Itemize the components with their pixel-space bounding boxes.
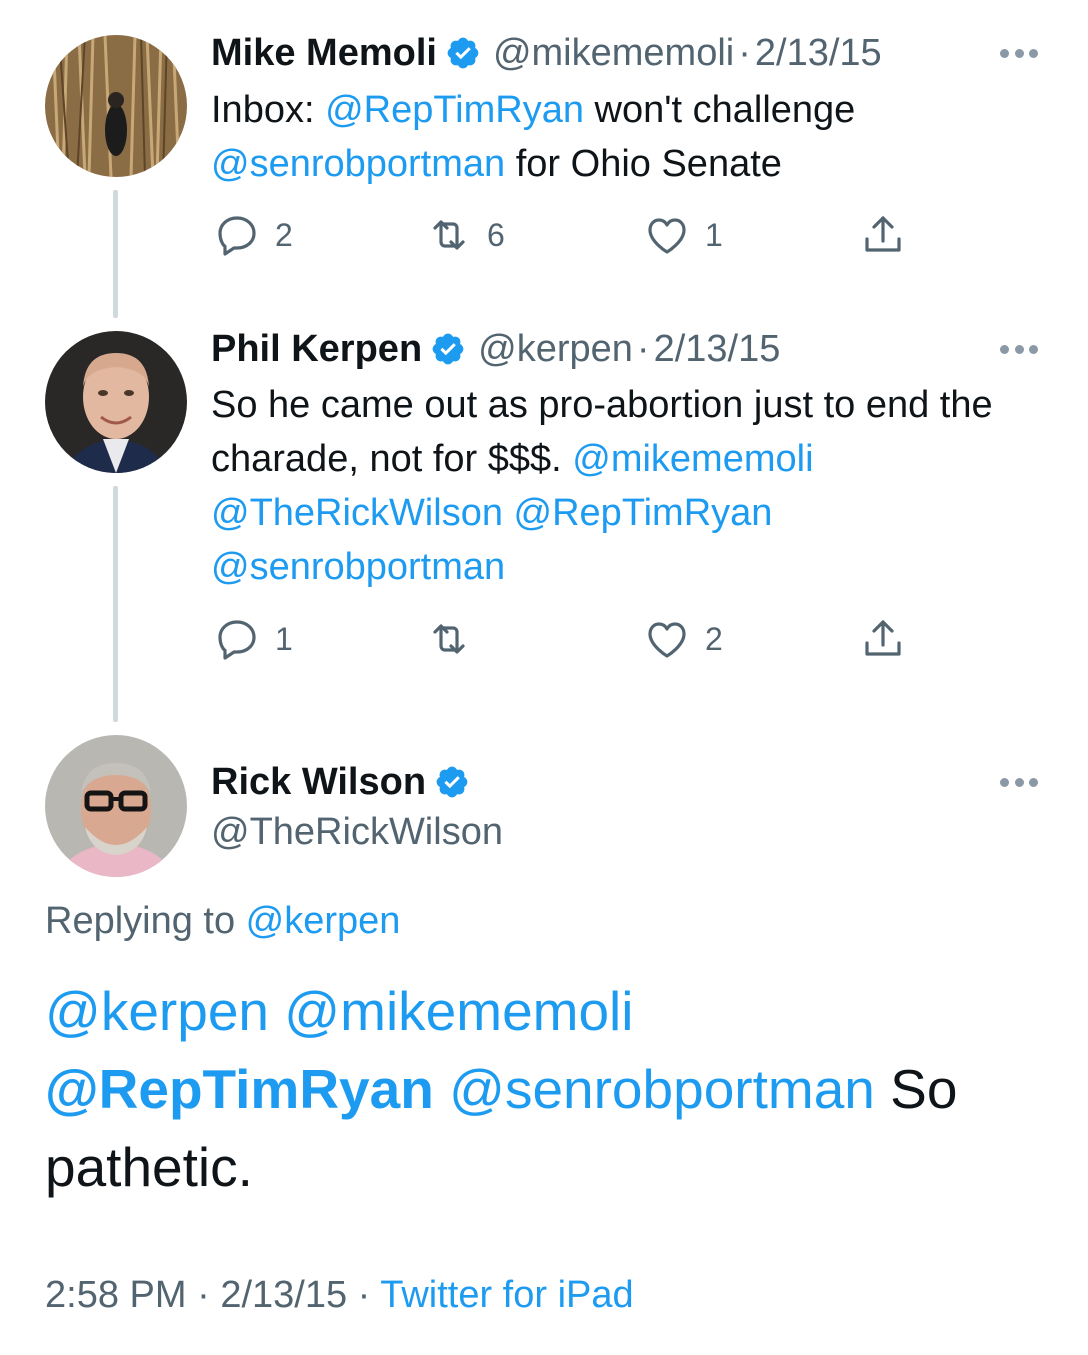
mention-link[interactable]: @RepTimRyan (45, 1058, 434, 1120)
reply-button[interactable]: 2 (213, 210, 293, 260)
author-handle[interactable]: @mikememoli (493, 30, 734, 76)
tweet-source-link[interactable]: Twitter for iPad (380, 1274, 633, 1316)
retweet-count: 6 (487, 216, 505, 253)
tweet-text: Inbox: @RepTimRyan won't challenge @senr… (211, 83, 1031, 191)
verified-badge-icon (432, 333, 464, 365)
like-icon (648, 622, 686, 658)
reply-icon (218, 216, 256, 256)
tweet-actions: 1 2 (211, 614, 911, 664)
tweet-time[interactable]: 2:58 PM (45, 1274, 187, 1316)
replying-to: Replying to @kerpen (45, 898, 400, 944)
like-count: 1 (705, 216, 723, 253)
separator: · (636, 328, 650, 370)
mention-link[interactable]: @kerpen (45, 980, 269, 1042)
verified-badge-icon (436, 766, 468, 798)
separator: · (357, 1274, 371, 1316)
tweet-date[interactable]: 2/13/15 (654, 326, 781, 372)
more-icon[interactable] (1000, 776, 1038, 788)
mention-link[interactable]: @RepTimRyan (514, 492, 773, 534)
text-segment: Inbox: (211, 89, 326, 131)
reply-count: 2 (275, 216, 293, 253)
tweet-date[interactable]: 2/13/15 (220, 1274, 347, 1316)
share-icon (865, 216, 901, 252)
retweet-button[interactable]: 6 (425, 210, 505, 260)
mention-link[interactable]: @senrobportman (211, 143, 505, 185)
separator: · (738, 32, 751, 74)
tweet-header: Phil Kerpen @kerpen · 2/13/15 (211, 326, 780, 372)
separator: · (197, 1274, 210, 1316)
tweet-date[interactable]: 2/13/15 (755, 30, 882, 76)
share-icon (865, 620, 901, 656)
mention-link[interactable]: @senrobportman (211, 546, 505, 588)
reply-count: 1 (275, 620, 293, 657)
tweet-text: @kerpen @mikememoli @RepTimRyan @senrobp… (45, 972, 1035, 1206)
avatar[interactable] (45, 331, 187, 473)
thread-line (113, 190, 118, 318)
reply-icon (218, 620, 256, 660)
share-button[interactable] (859, 614, 907, 664)
share-button[interactable] (859, 210, 907, 260)
verified-badge-icon (447, 37, 479, 69)
more-icon[interactable] (1000, 47, 1038, 59)
mention-link[interactable]: @mikememoli (284, 980, 633, 1042)
tweet-actions: 2 6 1 (211, 210, 911, 260)
mention-link[interactable]: @RepTimRyan (325, 89, 584, 131)
tweet-text: So he came out as pro-abortion just to e… (211, 378, 1031, 594)
author-handle-row: @TheRickWilson (211, 809, 503, 855)
avatar[interactable] (45, 735, 187, 877)
tweet-header: Rick Wilson (211, 759, 482, 805)
more-icon[interactable] (1000, 343, 1038, 355)
like-count: 2 (705, 620, 723, 657)
tweet-header: Mike Memoli @mikememoli · 2/13/15 (211, 30, 882, 76)
author-name[interactable]: Mike Memoli (211, 30, 437, 76)
author-name[interactable]: Phil Kerpen (211, 326, 422, 372)
tweet-footer: 2:58 PM · 2/13/15 · Twitter for iPad (45, 1270, 634, 1320)
like-icon (648, 218, 686, 254)
retweet-icon (433, 220, 465, 250)
mention-link[interactable]: @kerpen (246, 900, 401, 942)
thread-line (113, 486, 118, 722)
like-button[interactable]: 2 (643, 614, 723, 664)
reply-button[interactable]: 1 (213, 614, 293, 664)
author-handle[interactable]: @TheRickWilson (211, 809, 503, 855)
retweet-icon (433, 624, 465, 654)
mention-link[interactable]: @senrobportman (449, 1058, 875, 1120)
author-name[interactable]: Rick Wilson (211, 759, 426, 805)
author-handle[interactable]: @kerpen (478, 326, 633, 372)
mention-link[interactable]: @mikememoli (572, 438, 813, 480)
text-segment: for Ohio Senate (505, 143, 782, 185)
like-button[interactable]: 1 (643, 210, 723, 260)
avatar[interactable] (45, 35, 187, 177)
text-segment: won't challenge (583, 89, 856, 131)
replying-label: Replying to (45, 900, 246, 942)
retweet-button[interactable] (425, 614, 487, 664)
mention-link[interactable]: @TheRickWilson (211, 492, 503, 534)
